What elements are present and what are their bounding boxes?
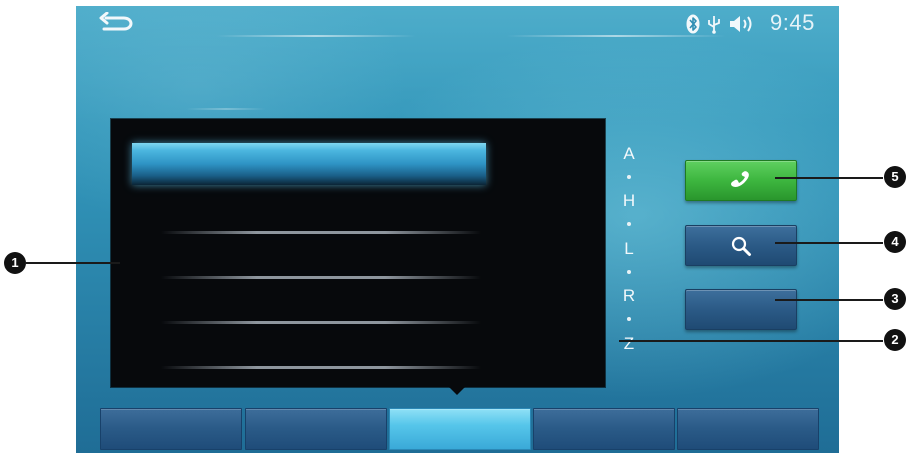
callout-line-1	[26, 262, 120, 264]
index-separator	[627, 222, 631, 226]
tab-5[interactable]	[677, 408, 819, 450]
index-letter-z[interactable]: Z	[619, 334, 639, 354]
contact-list[interactable]	[111, 119, 605, 387]
infotainment-screen: 9:45 A H L R Z	[76, 6, 839, 453]
blank-button[interactable]	[685, 289, 797, 330]
callout-4: 4	[884, 231, 906, 253]
clock: 9:45	[770, 10, 815, 35]
search-button[interactable]	[685, 225, 797, 266]
tab-2[interactable]	[245, 408, 387, 450]
index-letter-r[interactable]: R	[619, 286, 639, 306]
list-item-divider[interactable]	[161, 276, 481, 279]
panel-title-divider	[186, 108, 266, 110]
header-divider	[506, 35, 726, 37]
index-letter-l[interactable]: L	[619, 239, 639, 259]
callout-2: 2	[884, 329, 906, 351]
magnifier-icon	[731, 236, 751, 256]
header-divider	[216, 35, 416, 37]
index-separator	[627, 270, 631, 274]
tab-3-active[interactable]	[389, 408, 531, 450]
tab-1[interactable]	[100, 408, 242, 450]
callout-5: 5	[884, 166, 906, 188]
usb-icon	[708, 16, 720, 34]
back-arrow-icon[interactable]	[98, 12, 134, 34]
list-item-divider[interactable]	[161, 231, 481, 234]
callout-1: 1	[4, 252, 26, 274]
callout-3: 3	[884, 288, 906, 310]
call-button[interactable]	[685, 160, 797, 201]
status-icons	[686, 14, 764, 34]
list-item-divider[interactable]	[161, 366, 481, 369]
callout-line-5	[775, 177, 883, 179]
list-item-divider[interactable]	[161, 321, 481, 324]
bluetooth-icon	[686, 14, 700, 34]
volume-icon	[730, 16, 752, 32]
tab-pointer-icon	[448, 386, 466, 395]
index-letter-a[interactable]: A	[619, 144, 639, 164]
list-item-selected[interactable]	[132, 143, 486, 185]
callout-line-4	[775, 242, 883, 244]
callout-line-2	[619, 340, 883, 342]
index-separator	[627, 317, 631, 321]
callout-line-3	[775, 299, 883, 301]
index-separator	[627, 175, 631, 179]
tab-4[interactable]	[533, 408, 675, 450]
phone-icon	[731, 170, 749, 187]
index-letter-h[interactable]: H	[619, 191, 639, 211]
